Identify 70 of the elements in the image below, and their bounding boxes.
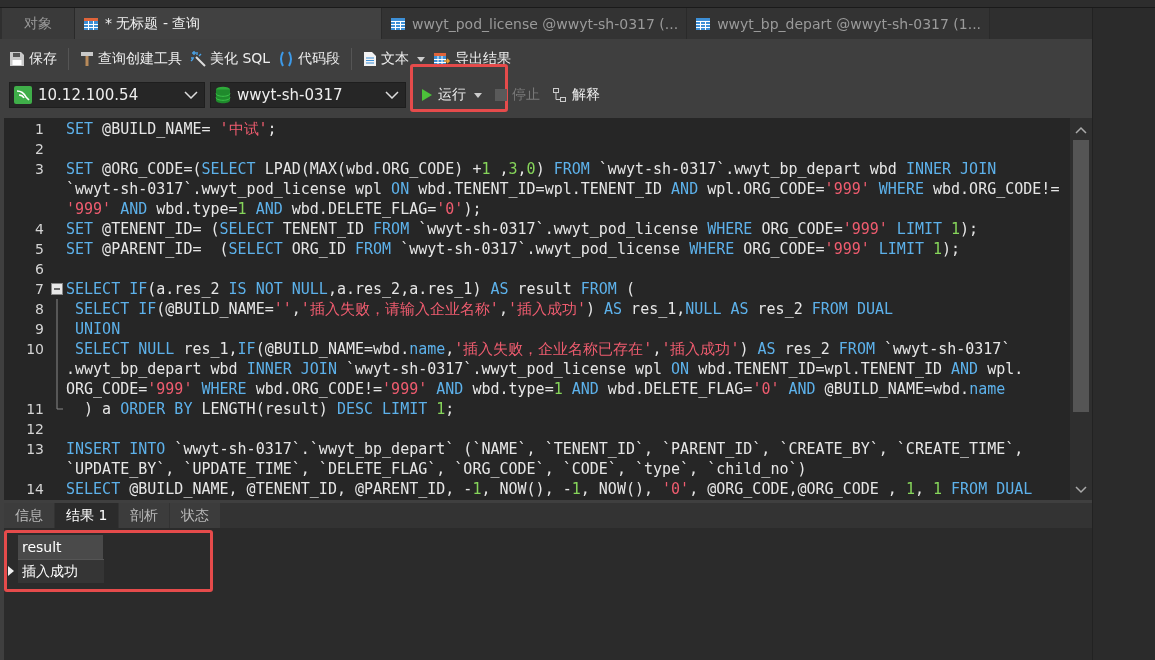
result-tab[interactable]: 剖析 xyxy=(119,503,170,528)
database-select[interactable]: wwyt-sh-0317 xyxy=(210,82,406,108)
code-line: SELECT @BUILD_NAME, @TENENT_ID, @PARENT_ID, -1, NOW(), -1, NOW(), '0', @ORG_CODE,@ORG_CODE , 1, 1 FROM DUAL xyxy=(66,480,1033,498)
document-icon xyxy=(363,51,378,67)
code-line: SELECT IF(@BUILD_NAME='','插入失败，请输入企业名称','插入成功') AS res_1,NULL AS res_2 FROM DUAL xyxy=(74,299,894,319)
chevron-down-icon xyxy=(184,91,198,99)
line-number: 14 xyxy=(25,481,45,497)
code-line: `wwyt-sh-0317`.wwyt_pod_license wpl ON wbd.TENENT_ID=wpl.TENENT_ID AND wpl.ORG_CODE='999' WHERE wbd.ORG_CODE!= xyxy=(66,180,1060,198)
export-button[interactable]: 导出结果 xyxy=(430,47,515,71)
line-number: 8 xyxy=(34,301,45,317)
code-line: ORG_CODE='999' WHERE wbd.ORG_CODE!='999' AND wbd.type=1 AND wbd.DELETE_FLAG='0' AND @BUILD_NAME=wbd.name xyxy=(66,380,1006,398)
snippet-button[interactable]: 代码段 xyxy=(275,47,344,71)
line-number: 6 xyxy=(34,261,45,277)
code-line: .wwyt_bp_depart wbd INNER JOIN `wwyt-sh-0317`.wwyt_pod_license wpl ON wbd.TENENT_ID=wpl.TENENT_ID AND wpl. xyxy=(66,360,1024,378)
line-number: 9 xyxy=(34,321,45,337)
result-tab[interactable]: 状态 xyxy=(170,503,221,528)
beautify-button[interactable]: 美化 SQL xyxy=(187,47,274,71)
line-number: 10 xyxy=(25,341,45,357)
query-builder-button[interactable]: 查询创建工具 xyxy=(77,47,185,71)
tree-icon xyxy=(553,88,567,102)
tab[interactable]: * 无标题 - 查询 xyxy=(75,8,382,39)
code-line: SET @BUILD_NAME= '中试'; xyxy=(66,119,277,139)
code-line: ) a ORDER BY LENGTH(result) DESC LIMIT 1; xyxy=(83,400,455,418)
stop-icon xyxy=(495,89,507,101)
line-number: 1 xyxy=(34,121,45,137)
save-icon xyxy=(9,51,25,67)
database-icon xyxy=(215,86,231,104)
code-line: SELECT NULL res_1,IF(@BUILD_NAME=wbd.name,'插入失败，企业名称已存在','插入成功') AS res_2 FROM `wwyt-sh-0317` xyxy=(74,339,1011,359)
tab[interactable]: wwyt_pod_license @wwyt-sh-0317 (... xyxy=(382,8,688,39)
tab[interactable]: 对象 xyxy=(2,8,75,39)
scroll-down-icon[interactable] xyxy=(1075,486,1087,494)
fold-toggle-icon[interactable] xyxy=(51,283,63,295)
result-tab[interactable]: 信息 xyxy=(4,503,54,528)
parentheses-icon xyxy=(278,51,295,67)
magic-wand-icon xyxy=(190,51,206,67)
line-number: 3 xyxy=(34,161,45,177)
code-line: INSERT INTO `wwyt-sh-0317`.`wwyt_bp_depart` (`NAME`, `TENENT_ID`, `PARENT_ID`, `CREATE_BY`, `CREATE_TIME`, xyxy=(66,440,1024,458)
code-line: `UPDATE_BY`, `UPDATE_TIME`, `DELETE_FLAG`, `ORG_CODE`, `CODE`, `type`, `child_no`) xyxy=(66,460,807,478)
line-number: 2 xyxy=(34,141,45,157)
code-line: SET @ORG_CODE=(SELECT LPAD(MAX(wbd.ORG_CODE) +1 ,3,0) FROM `wwyt-sh-0317`.wwyt_bp_depart wbd INNER JOIN xyxy=(66,160,997,178)
line-number: 7 xyxy=(34,281,45,297)
explain-button[interactable]: 解释 xyxy=(549,83,604,107)
code-line: SET @PARENT_ID= (SELECT ORG_ID FROM `wwyt-sh-0317`.wwyt_pod_license WHERE ORG_CODE='999' LIMIT 1); xyxy=(66,240,961,258)
table-icon xyxy=(83,15,99,32)
code-line: SELECT IF(a.res_2 IS NOT NULL,a.res_2,a.res_1) AS result FROM ( xyxy=(66,280,635,298)
code-line: SET @TENENT_ID= (SELECT TENENT_ID FROM `wwyt-sh-0317`.wwyt_pod_license WHERE ORG_CODE='999' LIMIT 1); xyxy=(66,220,979,238)
connection-select[interactable]: 10.12.100.54 xyxy=(9,82,205,108)
line-number: 11 xyxy=(25,401,45,417)
line-number: 5 xyxy=(34,241,45,257)
line-number: 13 xyxy=(25,441,45,457)
result-tab[interactable]: 结果 1 xyxy=(55,503,119,528)
code-line: UNION xyxy=(74,320,121,338)
table-icon xyxy=(390,15,406,32)
save-button[interactable]: 保存 xyxy=(6,47,60,71)
code-line: '999' AND wbd.type=1 AND wbd.DELETE_FLAG='0'); xyxy=(66,200,482,218)
scroll-up-icon[interactable] xyxy=(1075,126,1087,134)
column-header[interactable]: result xyxy=(18,535,104,559)
export-table-icon xyxy=(433,51,452,67)
line-number: 4 xyxy=(34,221,45,237)
line-number: 12 xyxy=(25,421,45,437)
connection-icon xyxy=(14,86,32,104)
tab[interactable]: wwyt_bp_depart @wwyt-sh-0317 (1... xyxy=(687,8,991,39)
scrollbar[interactable] xyxy=(1070,118,1092,500)
text-button[interactable]: 文本 xyxy=(360,47,429,71)
table-icon xyxy=(695,15,712,32)
hammer-icon xyxy=(80,51,94,67)
play-icon xyxy=(421,88,433,102)
run-button[interactable]: 运行 xyxy=(417,83,486,107)
chevron-down-icon xyxy=(385,91,399,99)
table-cell: 插入成功 xyxy=(18,559,104,583)
